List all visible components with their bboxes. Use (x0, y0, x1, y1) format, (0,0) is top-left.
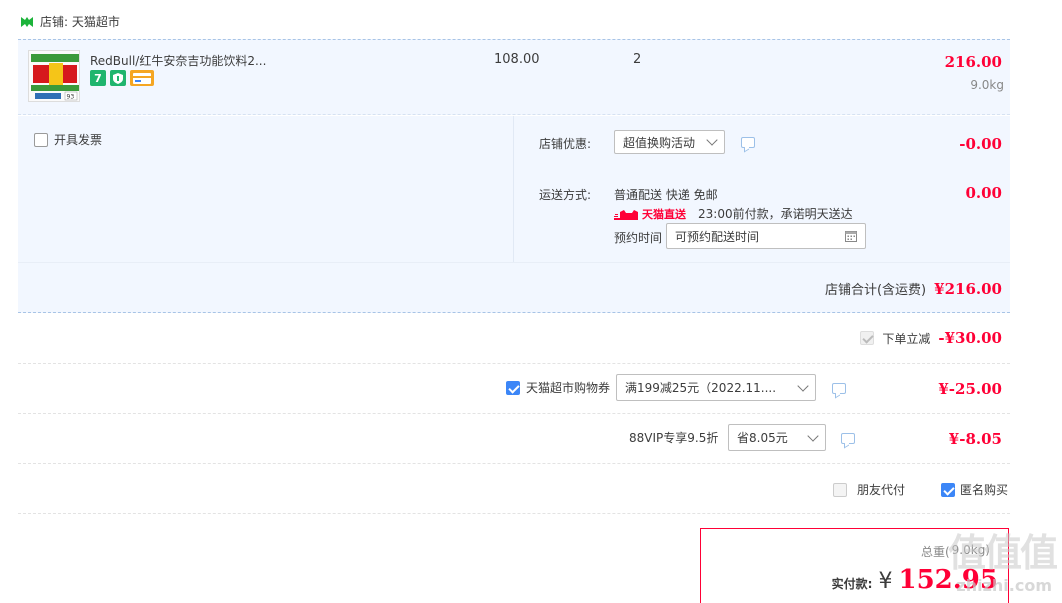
shop-header: 店铺: 天猫超市 (20, 13, 120, 30)
actual-payment-label: 实付款: (831, 577, 873, 591)
invoice-option[interactable]: 开具发票 (34, 131, 102, 148)
shop-discount-selected: 超值换购活动 (623, 135, 696, 150)
shop-total-value: ¥216.00 (934, 280, 1002, 298)
coupon-option[interactable]: 天猫超市购物券 (506, 379, 610, 396)
vip-select[interactable]: 省8.05元 (728, 424, 826, 451)
chevron-down-icon (807, 429, 819, 442)
currency-symbol: ¥ (878, 569, 893, 594)
instant-discount-value: -¥30.00 (938, 329, 1002, 347)
coupon-label[interactable]: 天猫超市购物券 (526, 379, 610, 396)
service-badges: 7 (90, 70, 154, 86)
coupon-select[interactable]: 满199减25元（2022.11.... (616, 374, 816, 401)
shop-discount-value: -0.00 (959, 135, 1002, 153)
order-options: 开具发票 店铺优惠: 超值换购活动 -0.00 运送方式: 普通配送 快递 免邮… (18, 116, 1010, 262)
anonymous-label[interactable]: 匿名购买 (960, 481, 1008, 498)
invoice-checkbox[interactable] (34, 132, 48, 147)
shop-discount-label: 店铺优惠: (539, 137, 592, 151)
watermark-logo: 值值值 (947, 531, 1058, 575)
message-icon[interactable] (741, 137, 755, 148)
instant-discount-row: 下单立减 -¥30.00 (18, 313, 1010, 364)
product-title-link[interactable]: RedBull/红牛安奈吉功能饮料2... (90, 52, 270, 69)
invoice-label[interactable]: 开具发票 (54, 131, 102, 148)
unit-price: 108.00 (494, 52, 540, 67)
vip-label: 88VIP专享9.5折 (629, 431, 719, 445)
total-weight-label: 总重( (920, 545, 950, 559)
service-guarantee-icon[interactable] (110, 70, 126, 86)
coupon-row: 天猫超市购物券 满199减25元（2022.11.... ¥-25.00 (18, 364, 1010, 414)
reserve-time-input[interactable]: 可预约配送时间 (666, 223, 866, 249)
instant-discount-checkbox (860, 331, 875, 345)
item-subtotal: 216.00 (944, 53, 1002, 71)
shop-name[interactable]: 店铺: 天猫超市 (40, 13, 120, 30)
product-image-icon: 93 (29, 51, 79, 101)
delivery-promise: 23:00前付款，承诺明天送达 (698, 207, 853, 221)
item-weight: 9.0kg (970, 78, 1004, 92)
message-icon[interactable] (841, 433, 855, 444)
tmall-cat-icon (614, 209, 638, 220)
shipping-label: 运送方式: (539, 188, 592, 202)
seven-day-return-icon[interactable]: 7 (90, 70, 106, 86)
reserve-time-placeholder: 可预约配送时间 (675, 229, 760, 244)
invoice-panel: 开具发票 (18, 116, 514, 262)
anonymous-option[interactable]: 匿名购买 (941, 481, 1008, 498)
order-item: 93 RedBull/红牛安奈吉功能饮料2... 7 108.00 2 216.… (18, 39, 1010, 115)
instant-discount-label: 下单立减 (882, 331, 931, 346)
shipping-value: 0.00 (965, 184, 1002, 202)
calendar-icon[interactable] (845, 230, 857, 242)
friend-pay-option[interactable]: 朋友代付 (833, 481, 905, 498)
coupon-checkbox[interactable] (506, 380, 520, 395)
shop-options-panel: 店铺优惠: 超值换购活动 -0.00 运送方式: 普通配送 快递 免邮 0.00… (514, 116, 1010, 262)
quantity: 2 (633, 52, 642, 67)
shop-total-bar: 店铺合计(含运费) ¥216.00 (18, 262, 1010, 313)
chevron-down-icon (706, 134, 718, 146)
tmall-shop-icon (21, 16, 33, 27)
shop-total-label: 店铺合计(含运费) (824, 283, 927, 298)
coupon-value: ¥-25.00 (938, 380, 1002, 398)
credit-card-icon[interactable] (130, 70, 154, 86)
instant-discount: 下单立减 -¥30.00 (860, 329, 1002, 347)
friend-pay-checkbox[interactable] (833, 482, 847, 497)
message-icon[interactable] (832, 383, 846, 394)
thumb-number: 93 (67, 94, 75, 101)
shipping-method: 普通配送 快递 免邮 (614, 188, 718, 202)
vip-row: 88VIP专享9.5折 省8.05元 ¥-8.05 (18, 414, 1010, 464)
friend-pay-label[interactable]: 朋友代付 (857, 481, 905, 498)
shop-total: 店铺合计(含运费) ¥216.00 (825, 279, 1002, 298)
vip-value: ¥-8.05 (948, 430, 1002, 448)
product-thumbnail[interactable]: 93 (28, 50, 80, 102)
watermark-url: zhizhi.com (956, 576, 1052, 595)
shop-discount-select[interactable]: 超值换购活动 (614, 130, 725, 154)
coupon-selected: 满199减25元（2022.11.... (625, 381, 777, 395)
reserve-time-label: 预约时间 (614, 231, 663, 245)
anonymous-checkbox[interactable] (941, 482, 955, 497)
vip-selected: 省8.05元 (737, 431, 788, 445)
chevron-down-icon (797, 379, 809, 392)
payment-options-row: 朋友代付 匿名购买 (18, 464, 1010, 514)
tmall-direct-label: 天猫直送 (642, 207, 686, 221)
tmall-direct-row: 天猫直送 23:00前付款，承诺明天送达 (614, 205, 853, 222)
